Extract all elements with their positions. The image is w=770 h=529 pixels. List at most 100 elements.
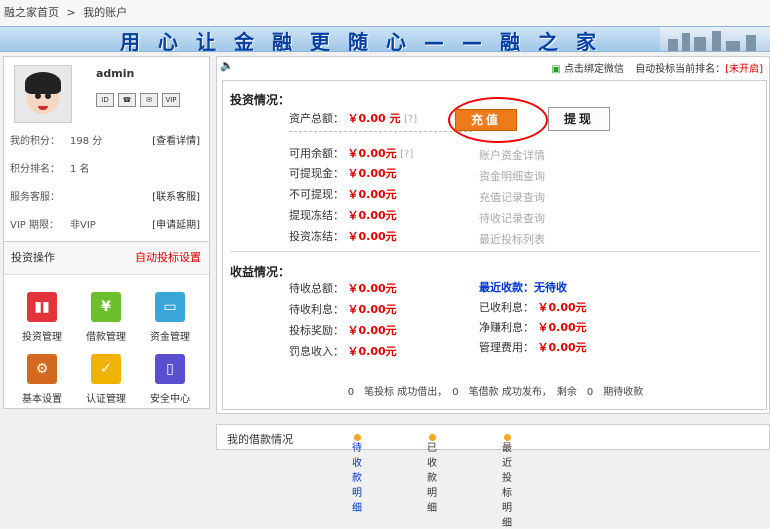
vip-label: VIP 期限： (10, 220, 59, 231)
withdrawable-row: 可提现金： ￥0.00元 (289, 165, 397, 181)
auto-bid-rank-value[interactable]: [未开启] (725, 64, 763, 75)
gear-icon: ⚙ (27, 354, 57, 384)
row-value: ￥0.00元 (537, 321, 587, 334)
money-bag-icon: ¥ (91, 292, 121, 322)
usb-icon: ▯ (155, 354, 185, 384)
section-divider (230, 251, 760, 252)
recent-collection-row: 最近收款：无待收 (479, 279, 567, 295)
tab-received-detail[interactable]: 已收款明细 (427, 432, 437, 514)
op-verification-management[interactable]: ✓ 认证管理 (76, 354, 136, 405)
account-fund-detail-link[interactable]: 账户资金详情 (479, 147, 545, 163)
vip-extend-link[interactable]: [申请延期] (152, 216, 200, 231)
email-icon[interactable]: ✉ (140, 93, 158, 107)
op-label: 认证管理 (86, 394, 126, 405)
row-label: 可提现金： (289, 167, 344, 180)
tab-label: 已收款明细 (427, 443, 437, 514)
phone-icon[interactable]: ☎ (118, 93, 136, 107)
points-value: 198 分 (70, 136, 103, 147)
contact-service-link[interactable]: [联系客服] (152, 188, 200, 203)
row-value: ￥0.00元 (347, 230, 397, 243)
vip-row: VIP 期限： 非VIP [申请延期] (10, 216, 200, 232)
points-detail-link[interactable]: [查看详情] (152, 132, 200, 147)
investment-operations: 投资操作 自动投标设置 ▮▮ 投资管理 ¥ 借款管理 ▭ 资金管理 ⚙ 基本设置… (4, 241, 209, 408)
row-value: ￥0.00元 (347, 282, 397, 295)
speaker-icon: 🔈 (220, 59, 234, 72)
op-basic-settings[interactable]: ⚙ 基本设置 (12, 354, 72, 405)
breadcrumb-home-link[interactable]: 融之家首页 (4, 6, 59, 19)
non-withdrawable-row: 不可提现： ￥0.00元 (289, 186, 397, 202)
breadcrumb: 融之家首页 > 我的账户 (0, 0, 770, 26)
op-label: 借款管理 (86, 332, 126, 343)
overview-panel: 投资情况： 资产总额： ￥0.00 元 [?] 充值 提现 可用余额： ￥0.0… (222, 80, 767, 410)
account-overview: 🔈 ▣ 点击绑定微信 自动投标当前排名：[未开启] 投资情况： 资产总额： ￥0… (216, 56, 770, 414)
total-assets-value: ￥0.00 元 (347, 112, 401, 125)
vip-icon[interactable]: VIP (162, 93, 180, 107)
loan-summary: 0 笔投标 成功借出， 0 笔借款 成功发布， 剩余 0 期待收款 (347, 387, 644, 398)
verification-badges: ID ☎ ✉ VIP (96, 93, 180, 107)
row-value: ￥0.00元 (347, 324, 397, 337)
charge-button[interactable]: 充值 (455, 109, 517, 131)
help-icon[interactable]: [?] (400, 149, 413, 160)
pending-total-row: 待收总额： ￥0.00元 (289, 280, 397, 296)
row-label: 投标奖励： (289, 324, 344, 337)
banner-slogan: 用心让金融更随心——融之家 (120, 30, 614, 52)
card-icon: ▭ (155, 292, 185, 322)
rank-label: 积分排名： (10, 164, 60, 175)
op-label: 安全中心 (150, 394, 190, 405)
chart-icon: ▮▮ (27, 292, 57, 322)
row-value: ￥0.00元 (537, 301, 587, 314)
recent-bid-list-link[interactable]: 最近投标列表 (479, 231, 545, 247)
points-label: 我的积分： (10, 136, 60, 147)
vip-value: 非VIP (70, 220, 96, 231)
auto-bid-rank: 自动投标当前排名：[未开启] (635, 60, 763, 75)
net-interest-row: 净赚利息： ￥0.00元 (479, 319, 587, 335)
received-interest-row: 已收利息： ￥0.00元 (479, 299, 587, 315)
help-icon[interactable]: [?] (404, 114, 417, 125)
city-skyline-image (660, 27, 770, 51)
check-icon: ✓ (91, 354, 121, 384)
overview-topbar: 🔈 ▣ 点击绑定微信 自动投标当前排名：[未开启] (217, 57, 769, 75)
divider (289, 131, 472, 132)
investment-frozen-row: 投资冻结： ￥0.00元 (289, 228, 397, 244)
row-label: 净赚利息： (479, 321, 534, 334)
op-security-center[interactable]: ▯ 安全中心 (140, 354, 200, 405)
row-label: 待收总额： (289, 282, 344, 295)
tab-pending-detail[interactable]: 待收款明细 (352, 432, 362, 514)
bind-wechat-link[interactable]: ▣ 点击绑定微信 (551, 60, 624, 75)
service-label: 服务客服： (10, 192, 60, 203)
op-investment-management[interactable]: ▮▮ 投资管理 (12, 292, 72, 343)
income-title: 收益情况： (230, 265, 291, 279)
penalty-income-row: 罚息收入： ￥0.00元 (289, 343, 397, 359)
breadcrumb-separator: > (66, 6, 76, 19)
withdraw-button[interactable]: 提现 (548, 107, 610, 131)
wechat-icon: ▣ (551, 64, 561, 75)
points-row: 我的积分： 198 分 [查看详情] (10, 132, 200, 148)
id-card-icon[interactable]: ID (96, 93, 114, 107)
recent-collection-value: 无待收 (534, 281, 567, 294)
tab-recent-bid-detail[interactable]: 最近投标明细 (502, 432, 512, 529)
row-value: ￥0.00元 (347, 303, 397, 316)
balance-row: 可用余额： ￥0.00元 [?] (289, 145, 413, 161)
row-value: ￥0.00元 (347, 188, 397, 201)
row-value: ￥0.00元 (347, 167, 397, 180)
auto-bid-rank-label: 自动投标当前排名： (635, 64, 726, 75)
op-label: 资金管理 (150, 332, 190, 343)
total-assets-label: 资产总额： (289, 112, 344, 125)
avatar[interactable] (14, 65, 72, 123)
charge-record-query-link[interactable]: 充值记录查询 (479, 189, 545, 205)
management-fee-row: 管理费用： ￥0.00元 (479, 339, 587, 355)
row-label: 管理费用： (479, 341, 534, 354)
tab-label: 待收款明细 (352, 443, 362, 514)
op-fund-management[interactable]: ▭ 资金管理 (140, 292, 200, 343)
row-label: 投资冻结： (289, 230, 344, 243)
op-loan-management[interactable]: ¥ 借款管理 (76, 292, 136, 343)
fund-detail-query-link[interactable]: 资金明细查询 (479, 168, 545, 184)
loans-title: 我的借款情况 (227, 433, 293, 446)
recent-collection-label: 最近收款： (479, 281, 534, 294)
auto-bid-settings-link[interactable]: 自动投标设置 (135, 242, 201, 274)
tab-label: 最近投标明细 (502, 443, 512, 529)
rank-row: 积分排名： 1 名 (10, 160, 200, 176)
row-value: ￥0.00元 (347, 209, 397, 222)
my-loans-panel: 我的借款情况 待收款明细 已收款明细 最近投标明细 (216, 424, 770, 529)
pending-record-query-link[interactable]: 待收记录查询 (479, 210, 545, 226)
